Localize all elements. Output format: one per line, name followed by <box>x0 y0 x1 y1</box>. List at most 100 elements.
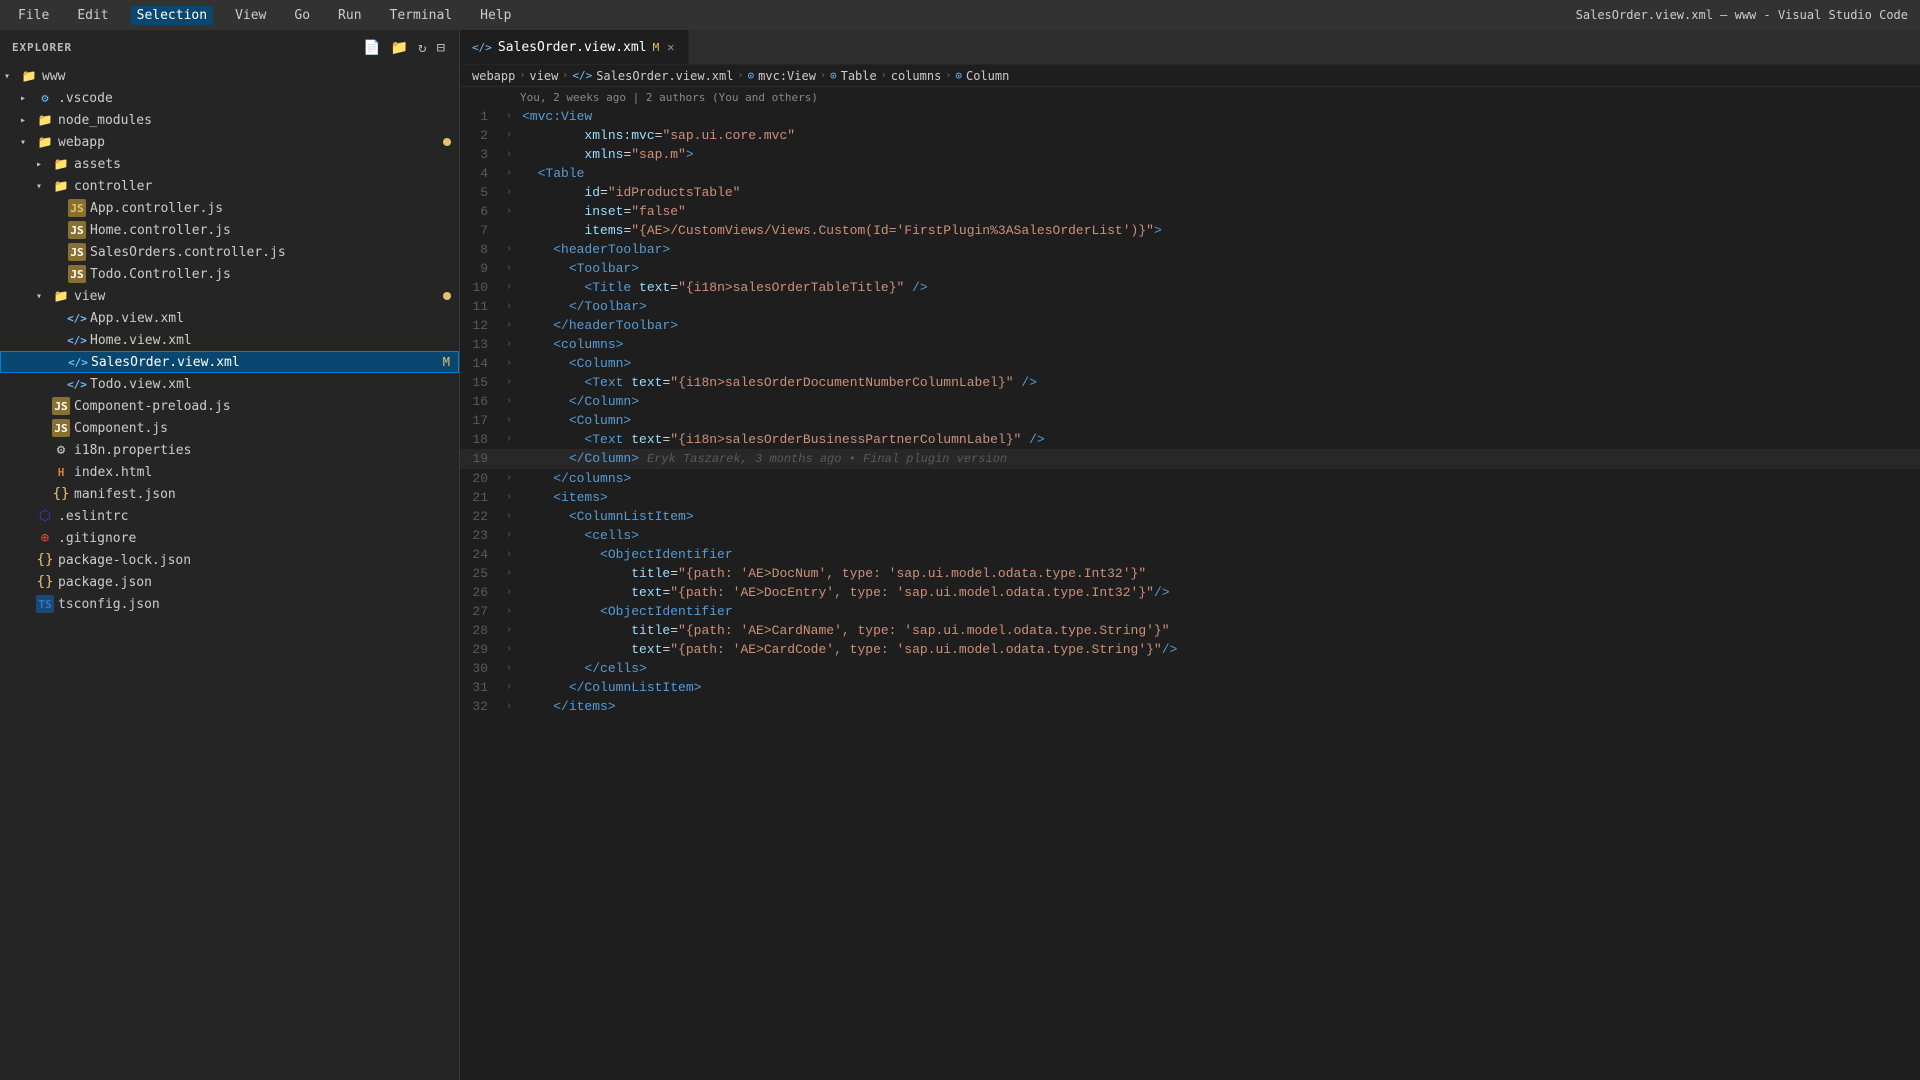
tab-sales-view[interactable]: </> SalesOrder.view.xml M ✕ <box>460 30 689 64</box>
fold-32[interactable]: › <box>506 697 512 716</box>
tree-label-pkg-lock: package-lock.json <box>58 553 191 568</box>
new-file-icon[interactable]: 📄 <box>361 38 382 58</box>
tree-arrow-webapp <box>20 137 36 148</box>
menu-run[interactable]: Run <box>332 6 367 25</box>
tree-item-webapp[interactable]: 📁 webapp <box>0 131 459 153</box>
line-num-30: 30 <box>460 659 500 678</box>
xml-icon-app-view: </> <box>68 309 86 327</box>
menu-view[interactable]: View <box>229 6 272 25</box>
tree-arrow-assets <box>36 159 52 170</box>
line-num-13: 13 <box>460 335 500 354</box>
breadcrumb-sep1: › <box>519 70 525 81</box>
menu-terminal[interactable]: Terminal <box>384 6 459 25</box>
breadcrumb-columns[interactable]: columns <box>891 69 942 83</box>
tree-item-www[interactable]: 📁 www <box>0 65 459 87</box>
fold-21[interactable]: › <box>506 488 512 507</box>
menu-edit[interactable]: Edit <box>71 6 114 25</box>
tree-item-tsconfig[interactable]: TS tsconfig.json <box>0 593 459 615</box>
fold-12[interactable]: › <box>506 316 512 335</box>
tree-item-home-view[interactable]: </> Home.view.xml <box>0 329 459 351</box>
tree-item-index-html[interactable]: H index.html <box>0 461 459 483</box>
fold-8[interactable]: › <box>506 240 512 259</box>
tree-label-i18n: i18n.properties <box>74 443 191 458</box>
fold-13[interactable]: › <box>506 335 512 354</box>
fold-28[interactable]: › <box>506 621 512 640</box>
fold-11[interactable]: › <box>506 297 512 316</box>
breadcrumb-table[interactable]: Table <box>841 69 877 83</box>
fold-29[interactable]: › <box>506 640 512 659</box>
line-content-21: <items> <box>518 488 1920 507</box>
tree-label-assets: assets <box>74 157 121 172</box>
breadcrumb-mvc-view[interactable]: mvc:View <box>758 69 816 83</box>
tree-item-pkg-lock[interactable]: {} package-lock.json <box>0 549 459 571</box>
breadcrumb-filename[interactable]: SalesOrder.view.xml <box>596 69 733 83</box>
fold-24[interactable]: › <box>506 545 512 564</box>
line-content-7: items="{AE>/CustomViews/Views.Custom(Id=… <box>518 221 1920 240</box>
code-editor[interactable]: 1 › <mvc:View 2 › xmlns:mvc="sap.ui.core… <box>460 107 1920 1080</box>
breadcrumb-column[interactable]: Column <box>966 69 1009 83</box>
tree-item-home-ctrl[interactable]: JS Home.controller.js <box>0 219 459 241</box>
fold-10[interactable]: › <box>506 278 512 297</box>
tree-item-manifest[interactable]: {} manifest.json <box>0 483 459 505</box>
menu-go[interactable]: Go <box>288 6 316 25</box>
tree-item-package[interactable]: {} package.json <box>0 571 459 593</box>
fold-16[interactable]: › <box>506 392 512 411</box>
fold-15[interactable]: › <box>506 373 512 392</box>
tree-item-sales-view[interactable]: </> SalesOrder.view.xml M <box>0 351 459 373</box>
line-num-16: 16 <box>460 392 500 411</box>
sales-view-modified-marker: M <box>443 355 450 369</box>
menu-help[interactable]: Help <box>474 6 517 25</box>
fold-1[interactable]: › <box>506 107 512 126</box>
fold-18[interactable]: › <box>506 430 512 449</box>
tree-item-gitignore[interactable]: ⊕ .gitignore <box>0 527 459 549</box>
tree-label-www: www <box>42 69 65 84</box>
tree-item-node-modules[interactable]: 📁 node_modules <box>0 109 459 131</box>
fold-9[interactable]: › <box>506 259 512 278</box>
breadcrumb-view-folder[interactable]: view <box>529 69 558 83</box>
tree-item-component[interactable]: JS Component.js <box>0 417 459 439</box>
tree-item-sales-ctrl[interactable]: JS SalesOrders.controller.js <box>0 241 459 263</box>
refresh-icon[interactable]: ↻ <box>416 38 428 58</box>
line-gutter-19 <box>500 449 518 469</box>
fold-20[interactable]: › <box>506 469 512 488</box>
fold-27[interactable]: › <box>506 602 512 621</box>
fold-14[interactable]: › <box>506 354 512 373</box>
fold-3[interactable]: › <box>506 145 512 164</box>
fold-30[interactable]: › <box>506 659 512 678</box>
fold-22[interactable]: › <box>506 507 512 526</box>
menu-file[interactable]: File <box>12 6 55 25</box>
fold-2[interactable]: › <box>506 126 512 145</box>
fold-5[interactable]: › <box>506 183 512 202</box>
tree-item-comp-preload[interactable]: JS Component-preload.js <box>0 395 459 417</box>
tab-close-button[interactable]: ✕ <box>665 38 676 56</box>
view-modified-dot <box>443 292 451 300</box>
tree-item-app-view[interactable]: </> App.view.xml <box>0 307 459 329</box>
code-line-26: 26 › text="{path: 'AE>DocEntry', type: '… <box>460 583 1920 602</box>
explorer-title: EXPLORER <box>12 41 72 54</box>
fold-26[interactable]: › <box>506 583 512 602</box>
code-line-4: 4 › <Table <box>460 164 1920 183</box>
tree-item-controller[interactable]: 📁 controller <box>0 175 459 197</box>
menu-selection[interactable]: Selection <box>131 6 213 25</box>
tree-label-vscode: .vscode <box>58 91 113 106</box>
tree-item-i18n[interactable]: ⚙ i18n.properties <box>0 439 459 461</box>
fold-17[interactable]: › <box>506 411 512 430</box>
tree-item-eslintrc[interactable]: ⬡ .eslintrc <box>0 505 459 527</box>
fold-31[interactable]: › <box>506 678 512 697</box>
breadcrumb-webapp[interactable]: webapp <box>472 69 515 83</box>
tree-item-todo-view[interactable]: </> Todo.view.xml <box>0 373 459 395</box>
tree-item-assets[interactable]: 📁 assets <box>0 153 459 175</box>
tree-item-vscode[interactable]: ⚙ .vscode <box>0 87 459 109</box>
new-folder-icon[interactable]: 📁 <box>389 38 410 58</box>
line-content-19: </Column>Eryk Taszarek, 3 months ago • F… <box>518 449 1920 469</box>
line-gutter-18: › <box>500 430 518 449</box>
tree-item-todo-ctrl[interactable]: JS Todo.Controller.js <box>0 263 459 285</box>
breadcrumb-sep4: › <box>820 70 826 81</box>
fold-6[interactable]: › <box>506 202 512 221</box>
fold-4[interactable]: › <box>506 164 512 183</box>
tree-item-app-ctrl[interactable]: JS App.controller.js <box>0 197 459 219</box>
tree-item-view[interactable]: 📁 view <box>0 285 459 307</box>
fold-23[interactable]: › <box>506 526 512 545</box>
fold-25[interactable]: › <box>506 564 512 583</box>
collapse-all-icon[interactable]: ⊟ <box>435 38 447 58</box>
